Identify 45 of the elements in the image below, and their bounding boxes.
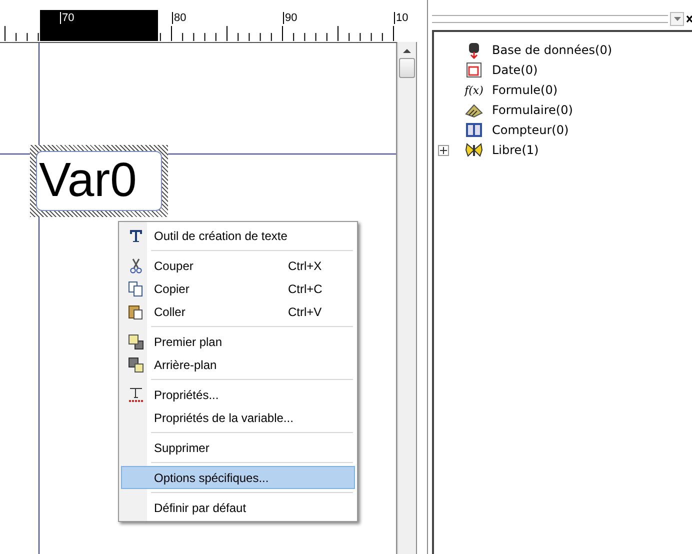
clipboard-icon: [128, 304, 144, 320]
menu-item[interactable]: Outil de création de texte: [121, 224, 355, 247]
scrollbar-thumb[interactable]: [399, 58, 415, 78]
layers-icon: [128, 356, 144, 372]
tree-item[interactable]: Compteur(0): [438, 120, 692, 140]
database-icon: [466, 41, 482, 59]
scroll-up-icon[interactable]: [403, 48, 411, 54]
scrollbar[interactable]: [397, 42, 417, 554]
panel-menu-button[interactable]: [670, 12, 684, 26]
tree-item[interactable]: Formulaire(0): [438, 100, 692, 120]
menu-item[interactable]: Couper Ctrl+X: [121, 254, 355, 277]
tree-item[interactable]: Base de données(0): [438, 40, 692, 60]
ruler-label: 90: [283, 12, 298, 24]
text-tool-icon: [129, 228, 143, 242]
tree-item[interactable]: Date(0): [438, 60, 692, 80]
layers-icon: [128, 334, 144, 350]
tree-item[interactable]: Libre(1): [438, 140, 692, 160]
close-icon[interactable]: [686, 15, 692, 23]
menu-item[interactable]: Coller Ctrl+V: [121, 300, 355, 323]
menu-item[interactable]: Propriétés...: [121, 383, 355, 406]
ruler-label: 10: [394, 12, 408, 24]
caret-icon: [674, 17, 680, 21]
ruler-label: 80: [172, 12, 186, 24]
menu-item[interactable]: Arrière-plan: [121, 353, 355, 376]
butterfly-icon: [465, 142, 483, 158]
menu-item[interactable]: Définir par défaut: [121, 496, 355, 519]
menu-item[interactable]: Supprimer: [121, 436, 355, 459]
copy-icon: [128, 280, 144, 296]
menu-item[interactable]: Premier plan: [121, 330, 355, 353]
menu-item[interactable]: Propriétés de la variable...: [121, 406, 355, 429]
object-text: Var0: [39, 157, 137, 205]
design-canvas[interactable]: Var0 Outil de création de texte Couper Ctrl+X Copier Ctrl+C Coller Ctrl+V Premier plan Arrière-plan Propriétés... Propriétés de la variable... Supprimer Options spécifiques... Définir par défaut: [0, 43, 397, 554]
expand-toggle[interactable]: [438, 144, 449, 156]
tree-item[interactable]: f(x) Formule(0): [438, 80, 692, 100]
menu-item[interactable]: Copier Ctrl+C: [121, 277, 355, 300]
menu-item[interactable]: Options spécifiques...: [121, 466, 355, 489]
ruler-label: 70: [60, 12, 74, 24]
counter-icon: [465, 122, 483, 138]
form-icon: [465, 102, 483, 118]
text-properties-icon: [129, 386, 143, 402]
panel-grip[interactable]: [432, 15, 668, 23]
formula-icon: f(x): [464, 84, 484, 96]
text-object[interactable]: Var0: [30, 145, 168, 217]
scissors-icon: [129, 258, 143, 274]
calendar-icon: [465, 61, 483, 79]
